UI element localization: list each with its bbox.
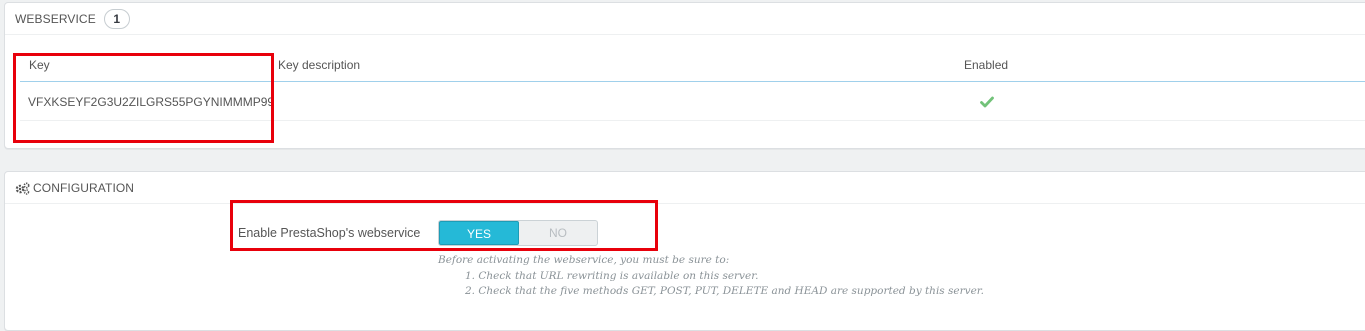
switch-no-option[interactable]: NO: [519, 221, 597, 245]
api-key-cell[interactable]: VFXKSEYF2G3U2ZILGRS55PGYNIMMMP99: [28, 95, 274, 109]
configuration-panel: CONFIGURATION: [4, 171, 1365, 331]
count-badge: 1: [103, 8, 130, 29]
column-header-enabled[interactable]: Enabled: [964, 58, 1008, 72]
table-row[interactable]: VFXKSEYF2G3U2ZILGRS55PGYNIMMMP99: [20, 83, 1365, 121]
help-item: 1. Check that URL rewriting is available…: [465, 269, 759, 282]
help-item: 2. Check that the five methods GET, POST…: [465, 285, 984, 297]
table-header: Key Key description Enabled: [20, 52, 1365, 82]
enable-webservice-switch[interactable]: YES NO: [438, 220, 598, 246]
column-header-key[interactable]: Key: [29, 58, 50, 72]
enable-webservice-label: Enable PrestaShop's webservice: [238, 226, 421, 240]
switch-yes-option[interactable]: YES: [439, 221, 519, 245]
gears-icon: [15, 182, 30, 195]
webservice-panel-heading: WEBSERVICE 1: [5, 3, 1365, 35]
help-text: Before activating the webservice, you mu…: [438, 253, 984, 300]
help-list: 1. Check that URL rewriting is available…: [438, 269, 984, 300]
column-header-key-description[interactable]: Key description: [278, 58, 360, 72]
check-icon[interactable]: [980, 95, 994, 109]
configuration-panel-heading: CONFIGURATION: [5, 172, 1365, 204]
panel-title: WEBSERVICE: [15, 11, 96, 26]
help-intro: Before activating the webservice, you mu…: [438, 254, 730, 266]
panel-title: CONFIGURATION: [33, 180, 135, 195]
